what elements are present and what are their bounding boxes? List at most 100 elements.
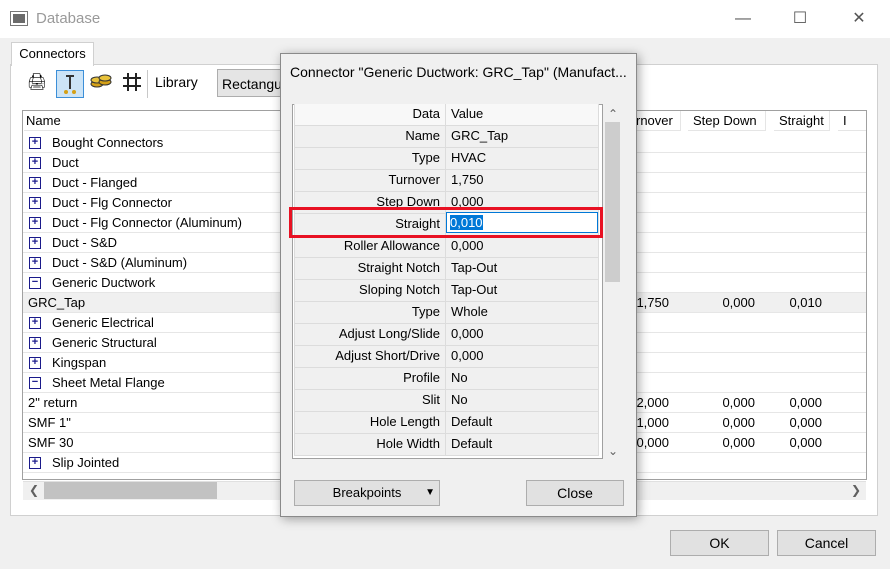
- maximize-icon[interactable]: ☐: [777, 4, 823, 34]
- column-header-straight[interactable]: Straight: [774, 111, 830, 131]
- property-value[interactable]: Default: [446, 434, 599, 456]
- vertical-scroll-thumb[interactable]: [605, 122, 620, 282]
- library-label: Library: [155, 74, 198, 90]
- printer-icon[interactable]: 🖨: [25, 71, 49, 95]
- expand-icon[interactable]: +: [29, 257, 41, 269]
- expand-icon[interactable]: +: [29, 457, 41, 469]
- property-value[interactable]: 0,000: [446, 346, 599, 368]
- property-value[interactable]: 0,000: [446, 324, 599, 346]
- scroll-right-icon[interactable]: ❯: [851, 483, 861, 497]
- property-row[interactable]: Adjust Short/Drive 0,000: [294, 346, 599, 368]
- cell-straight: 0,000: [789, 415, 822, 430]
- property-row[interactable]: Type HVAC: [294, 148, 599, 170]
- property-row[interactable]: Hole Width Default: [294, 434, 599, 456]
- scroll-up-icon[interactable]: ⌃: [608, 107, 618, 121]
- property-key: Roller Allowance: [294, 236, 446, 258]
- expand-icon[interactable]: +: [29, 177, 41, 189]
- data-column-header: Data: [294, 104, 446, 126]
- property-row[interactable]: Profile No: [294, 368, 599, 390]
- expand-icon[interactable]: +: [29, 357, 41, 369]
- property-row[interactable]: Turnover 1,750: [294, 170, 599, 192]
- tree-row-label: Slip Jointed: [52, 455, 120, 470]
- value-column-header: Value: [446, 104, 599, 126]
- collapse-icon[interactable]: −: [29, 277, 41, 289]
- grid-hash-icon[interactable]: [120, 71, 144, 95]
- property-value[interactable]: 1,750: [446, 170, 599, 192]
- expand-icon[interactable]: +: [29, 217, 41, 229]
- expand-icon[interactable]: +: [29, 157, 41, 169]
- property-value[interactable]: No: [446, 390, 599, 412]
- property-key: Type: [294, 148, 446, 170]
- close-button[interactable]: Close: [526, 480, 624, 506]
- column-header-turnover[interactable]: rnover: [631, 111, 681, 131]
- tree-row-label: SMF 1": [28, 415, 71, 430]
- expand-icon[interactable]: +: [29, 237, 41, 249]
- property-key: Straight Notch: [294, 258, 446, 280]
- property-key: Hole Width: [294, 434, 446, 456]
- property-value[interactable]: Tap-Out: [446, 258, 599, 280]
- connector-tool-icon[interactable]: [56, 70, 84, 98]
- toolbar-separator: [147, 70, 148, 98]
- tree-row-label: Sheet Metal Flange: [52, 375, 165, 390]
- property-row[interactable]: Sloping Notch Tap-Out: [294, 280, 599, 302]
- expand-icon[interactable]: +: [29, 197, 41, 209]
- highlight-box: [289, 207, 603, 238]
- cell-straight: 0,000: [789, 435, 822, 450]
- scroll-left-icon[interactable]: ❮: [29, 483, 39, 497]
- property-value[interactable]: 0,000: [446, 236, 599, 258]
- minimize-icon[interactable]: —: [720, 4, 766, 34]
- coins-icon[interactable]: [89, 71, 113, 95]
- library-select[interactable]: Rectangular: [217, 69, 287, 97]
- property-value[interactable]: GRC_Tap: [446, 126, 599, 148]
- tree-row-label: Generic Structural: [52, 335, 157, 350]
- tree-row-label: SMF 30: [28, 435, 74, 450]
- property-value[interactable]: No: [446, 368, 599, 390]
- property-value[interactable]: Tap-Out: [446, 280, 599, 302]
- property-key: Turnover: [294, 170, 446, 192]
- property-key: Slit: [294, 390, 446, 412]
- ok-button[interactable]: OK: [670, 530, 769, 556]
- scroll-down-icon[interactable]: ⌄: [608, 444, 618, 458]
- cell-step-down: 0,000: [722, 295, 755, 310]
- breakpoints-dropdown[interactable]: Breakpoints ▼: [294, 480, 440, 506]
- property-grid-header: Data Value: [294, 104, 599, 126]
- property-key: Name: [294, 126, 446, 148]
- tree-row-label: Bought Connectors: [52, 135, 164, 150]
- tree-row-label: Duct - S&D (Aluminum): [52, 255, 188, 270]
- window-title: Database: [36, 10, 101, 27]
- property-row[interactable]: Adjust Long/Slide 0,000: [294, 324, 599, 346]
- cell-straight: 0,010: [789, 295, 822, 310]
- tree-row-label: Kingspan: [52, 355, 107, 370]
- horizontal-scroll-thumb[interactable]: [44, 482, 217, 499]
- breakpoints-label: Breakpoints: [332, 485, 402, 500]
- database-app-icon: [10, 11, 28, 26]
- property-row[interactable]: Name GRC_Tap: [294, 126, 599, 148]
- property-row[interactable]: Slit No: [294, 390, 599, 412]
- tree-row-label: Generic Electrical: [52, 315, 154, 330]
- expand-icon[interactable]: +: [29, 337, 41, 349]
- tab-connectors[interactable]: Connectors: [11, 42, 94, 66]
- property-row[interactable]: Type Whole: [294, 302, 599, 324]
- expand-icon[interactable]: +: [29, 317, 41, 329]
- tree-row-label: Duct - Flanged: [52, 175, 138, 190]
- close-icon[interactable]: ✕: [836, 4, 882, 34]
- column-header-step-down[interactable]: Step Down: [688, 111, 766, 131]
- property-key: Type: [294, 302, 446, 324]
- property-value[interactable]: Default: [446, 412, 599, 434]
- tree-row-label: Duct - Flg Connector: [52, 195, 172, 210]
- property-row[interactable]: Straight Notch Tap-Out: [294, 258, 599, 280]
- dropdown-arrow-icon: ▼: [425, 487, 435, 498]
- cell-straight: 0,000: [789, 395, 822, 410]
- expand-icon[interactable]: +: [29, 137, 41, 149]
- cancel-button[interactable]: Cancel: [777, 530, 876, 556]
- column-header-extra[interactable]: I: [838, 111, 866, 131]
- column-header-name[interactable]: Name: [24, 111, 284, 131]
- property-key: Hole Length: [294, 412, 446, 434]
- collapse-icon[interactable]: −: [29, 377, 41, 389]
- property-row[interactable]: Hole Length Default: [294, 412, 599, 434]
- property-value[interactable]: Whole: [446, 302, 599, 324]
- tree-row-label: Generic Ductwork: [52, 275, 156, 290]
- tree-row-label: Duct: [52, 155, 79, 170]
- property-value[interactable]: HVAC: [446, 148, 599, 170]
- property-row[interactable]: Roller Allowance 0,000: [294, 236, 599, 258]
